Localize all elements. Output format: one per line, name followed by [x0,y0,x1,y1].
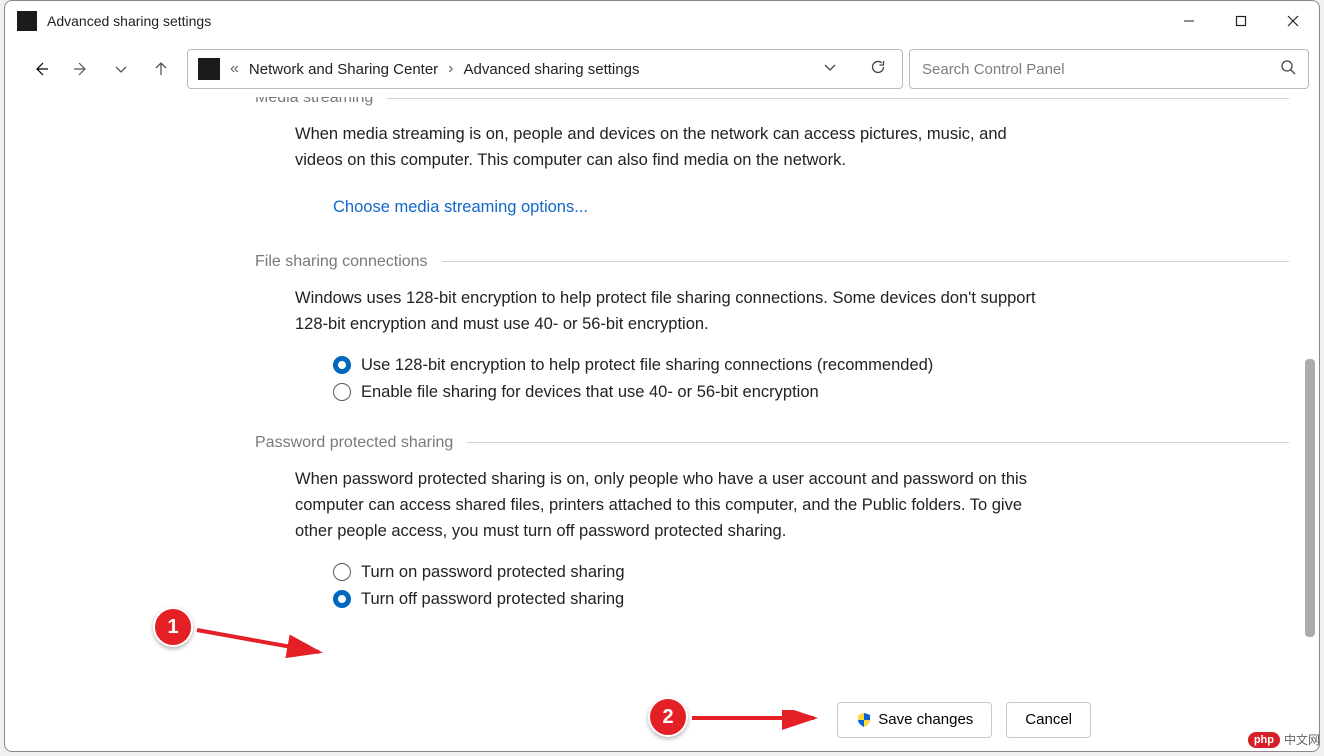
back-button[interactable] [27,55,55,83]
section-password-header: Password protected sharing [255,434,1289,452]
radio-label: Enable file sharing for devices that use… [361,383,819,402]
search-input[interactable] [922,61,1272,78]
breadcrumb-chevron-icon[interactable]: › [446,60,455,78]
section-media-streaming-header: Media streaming [255,97,1289,107]
cancel-button[interactable]: Cancel [1006,702,1091,738]
section-divider [442,261,1289,262]
section-file-sharing-header: File sharing connections [255,253,1289,271]
radio-40-56bit-encryption[interactable]: Enable file sharing for devices that use… [333,379,1289,406]
media-streaming-description: When media streaming is on, people and d… [255,121,1045,174]
radio-label: Turn off password protected sharing [361,590,624,609]
cancel-button-label: Cancel [1025,711,1072,728]
app-icon [17,11,37,31]
radio-label: Turn on password protected sharing [361,563,625,582]
radio-label: Use 128-bit encryption to help protect f… [361,356,933,375]
watermark-badge: php [1248,732,1280,748]
section-title-file-sharing: File sharing connections [255,253,428,271]
media-streaming-options-link[interactable]: Choose media streaming options... [255,198,588,217]
watermark-text: 中文网 [1284,731,1320,748]
radio-icon [333,383,351,401]
navigation-row: « Network and Sharing Center › Advanced … [5,41,1319,97]
breadcrumb-root-chevron-icon[interactable]: « [228,60,241,78]
refresh-button[interactable] [870,59,886,80]
annotation-step-2: 2 [648,697,688,737]
titlebar: Advanced sharing settings [5,1,1319,41]
window-title: Advanced sharing settings [47,13,211,29]
section-divider [387,98,1289,99]
history-dropdown-button[interactable] [107,55,135,83]
save-changes-button[interactable]: Save changes [837,702,992,738]
radio-icon [333,590,351,608]
radio-icon [333,356,351,374]
minimize-button[interactable] [1163,1,1215,41]
password-radio-group: Turn on password protected sharing Turn … [255,559,1289,613]
nav-arrows [15,55,181,83]
forward-button[interactable] [67,55,95,83]
file-sharing-description: Windows uses 128-bit encryption to help … [255,285,1045,338]
window-frame: Advanced sharing settings [4,0,1320,752]
breadcrumb-current[interactable]: Advanced sharing settings [464,61,640,78]
radio-128bit-encryption[interactable]: Use 128-bit encryption to help protect f… [333,352,1289,379]
up-button[interactable] [147,55,175,83]
file-sharing-radio-group: Use 128-bit encryption to help protect f… [255,352,1289,406]
section-divider [467,442,1289,443]
radio-icon [333,563,351,581]
breadcrumb-parent[interactable]: Network and Sharing Center [249,61,438,78]
section-title-password: Password protected sharing [255,434,453,452]
breadcrumb-dropdown-icon[interactable] [822,59,838,80]
annotation-step-1: 1 [153,607,193,647]
maximize-button[interactable] [1215,1,1267,41]
search-icon[interactable] [1280,59,1296,80]
search-box[interactable] [909,49,1309,89]
section-title-media: Media streaming [255,97,373,107]
close-button[interactable] [1267,1,1319,41]
password-description: When password protected sharing is on, o… [255,466,1045,545]
watermark: php 中文网 [1248,731,1320,748]
scrollbar-track[interactable] [1305,101,1315,635]
uac-shield-icon [856,712,872,728]
scrollbar-thumb[interactable] [1305,359,1315,637]
radio-password-off[interactable]: Turn off password protected sharing [333,586,1289,613]
save-button-label: Save changes [878,711,973,728]
content-area: Media streaming When media streaming is … [5,97,1319,687]
scrollable-panel: Media streaming When media streaming is … [255,97,1289,687]
radio-password-on[interactable]: Turn on password protected sharing [333,559,1289,586]
location-icon [198,58,220,80]
breadcrumb-bar[interactable]: « Network and Sharing Center › Advanced … [187,49,903,89]
window-controls [1163,1,1319,41]
